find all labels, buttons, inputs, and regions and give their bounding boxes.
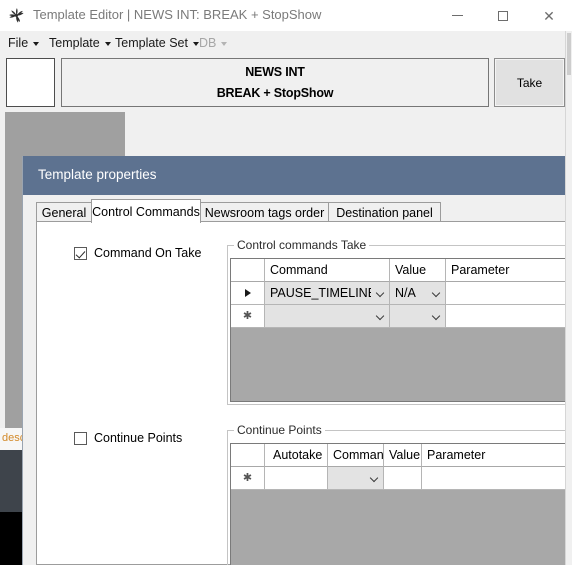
chevron-down-icon [370,474,379,483]
tab-newsroom-tags-order[interactable]: Newsroom tags order [200,202,329,222]
tab-control-commands[interactable]: Control Commands [91,199,201,223]
template-name-secondary: BREAK + StopShow [216,86,334,100]
window-title: Template Editor | NEWS INT: BREAK + Stop… [33,7,322,22]
grid-header-autotake[interactable]: Autotake [265,444,328,467]
menu-template-set-label: Template Set [115,36,188,50]
command-on-take-checkbox-row[interactable]: Command On Take [74,246,201,260]
row-marker-new: ✱ [231,305,265,328]
menu-bar: File Template Template Set DB [0,31,572,55]
template-header-strip: NEWS INT BREAK + StopShow Take [0,55,572,110]
new-row-asterisk-icon: ✱ [242,472,253,484]
grid-header-parameter[interactable]: Parameter [422,444,572,467]
dialog-title: Template properties [38,167,157,182]
chevron-down-icon [376,312,385,321]
control-commands-take-group: Control commands Take Command Value Para… [227,238,572,405]
cell-parameter[interactable] [422,467,572,490]
menu-template[interactable]: Template [44,31,116,55]
menu-db: DB [194,31,232,55]
minimize-button[interactable] [434,0,480,31]
command-on-take-label: Command On Take [94,246,202,260]
continue-points-checkbox[interactable] [74,431,87,445]
cell-value[interactable] [390,305,427,328]
cell-command-dropdown[interactable] [371,305,390,328]
cell-command[interactable] [328,467,366,490]
grid-header-command[interactable]: Command [265,259,390,282]
new-row-asterisk-icon: ✱ [242,310,253,322]
menu-db-label: DB [199,36,217,50]
pinwheel-icon [7,6,26,25]
window-scrollbar-thumb[interactable] [567,33,571,75]
template-name-panel[interactable]: NEWS INT BREAK + StopShow [61,58,489,107]
control-commands-take-group-title: Control commands Take [234,238,370,252]
cell-autotake[interactable] [265,467,328,490]
minimize-icon [451,15,463,16]
cell-command-dropdown[interactable] [366,467,384,490]
close-button[interactable]: ✕ [526,0,572,31]
chevron-down-icon [33,42,40,46]
template-thumbnail[interactable] [6,58,55,107]
table-row[interactable]: PAUSE_TIMELINE N/A [231,282,572,305]
cell-parameter[interactable] [446,305,572,328]
cell-parameter[interactable] [446,282,572,305]
grid-header-value[interactable]: Value [390,259,446,282]
row-marker-current [231,282,265,305]
grid-header-row: Command Value Parameter [231,259,572,282]
menu-file[interactable]: File [3,31,44,55]
current-row-arrow-icon [244,289,251,297]
maximize-icon [498,10,508,21]
menu-template-set[interactable]: Template Set [110,31,204,55]
tab-general-label: General [41,205,87,220]
dialog-body: General Control Commands Newsroom tags o… [23,195,572,565]
cell-value[interactable]: N/A [390,282,427,305]
tab-newsroom-tags-order-label: Newsroom tags order [204,205,325,220]
command-on-take-checkbox[interactable] [74,246,87,260]
tab-page-control-commands: Command On Take Control commands Take Co… [36,221,572,565]
continue-points-grid[interactable]: Autotake Command Value Parameter ✱ [230,443,572,565]
menu-template-label: Template [49,36,100,50]
chevron-down-icon [221,42,228,46]
template-properties-dialog: Template properties General Control Comm… [22,156,572,565]
template-name-primary: NEWS INT [245,65,305,79]
table-row[interactable]: ✱ [231,305,572,328]
grid-header-row: Autotake Command Value Parameter [231,444,572,467]
tab-control-commands-label: Control Commands [92,204,200,219]
cell-command[interactable] [265,305,371,328]
take-button-label: Take [516,75,543,90]
chevron-down-icon [432,312,441,321]
cell-value-dropdown[interactable] [427,282,446,305]
grid-header-rowmark [231,259,265,282]
cell-command[interactable]: PAUSE_TIMELINE [265,282,371,305]
window-title-bar: Template Editor | NEWS INT: BREAK + Stop… [0,0,572,32]
control-commands-take-grid[interactable]: Command Value Parameter PAUSE_TIMELINE N… [230,258,572,402]
tab-destination-panel[interactable]: Destination panel [328,202,441,222]
cell-command-dropdown[interactable] [371,282,390,305]
take-button[interactable]: Take [494,58,565,107]
background-black-panel [0,512,24,565]
menu-file-label: File [8,36,29,50]
row-marker-new: ✱ [231,467,265,490]
tab-destination-panel-label: Destination panel [336,205,433,220]
grid-header-command[interactable]: Command [328,444,384,467]
close-icon: ✕ [543,7,555,24]
background-dark-panel [0,450,24,512]
grid-header-rowmark [231,444,265,467]
continue-points-checkbox-row[interactable]: Continue Points [74,431,182,445]
continue-points-group: Continue Points Autotake Command Value P… [227,423,572,565]
cell-value-dropdown[interactable] [427,305,446,328]
window-scrollbar-track[interactable] [566,31,572,565]
continue-points-group-title: Continue Points [234,423,325,437]
table-row[interactable]: ✱ [231,467,572,490]
chevron-down-icon [432,289,441,298]
grid-header-parameter[interactable]: Parameter [446,259,572,282]
tab-general[interactable]: General [36,202,92,222]
maximize-button[interactable] [480,0,526,31]
grid-header-value[interactable]: Value [384,444,422,467]
template-editor-window: Template Editor | NEWS INT: BREAK + Stop… [0,0,572,565]
cell-value[interactable] [384,467,422,490]
dialog-title-bar: Template properties [23,156,572,195]
continue-points-label: Continue Points [94,431,183,445]
chevron-down-icon [376,289,385,298]
